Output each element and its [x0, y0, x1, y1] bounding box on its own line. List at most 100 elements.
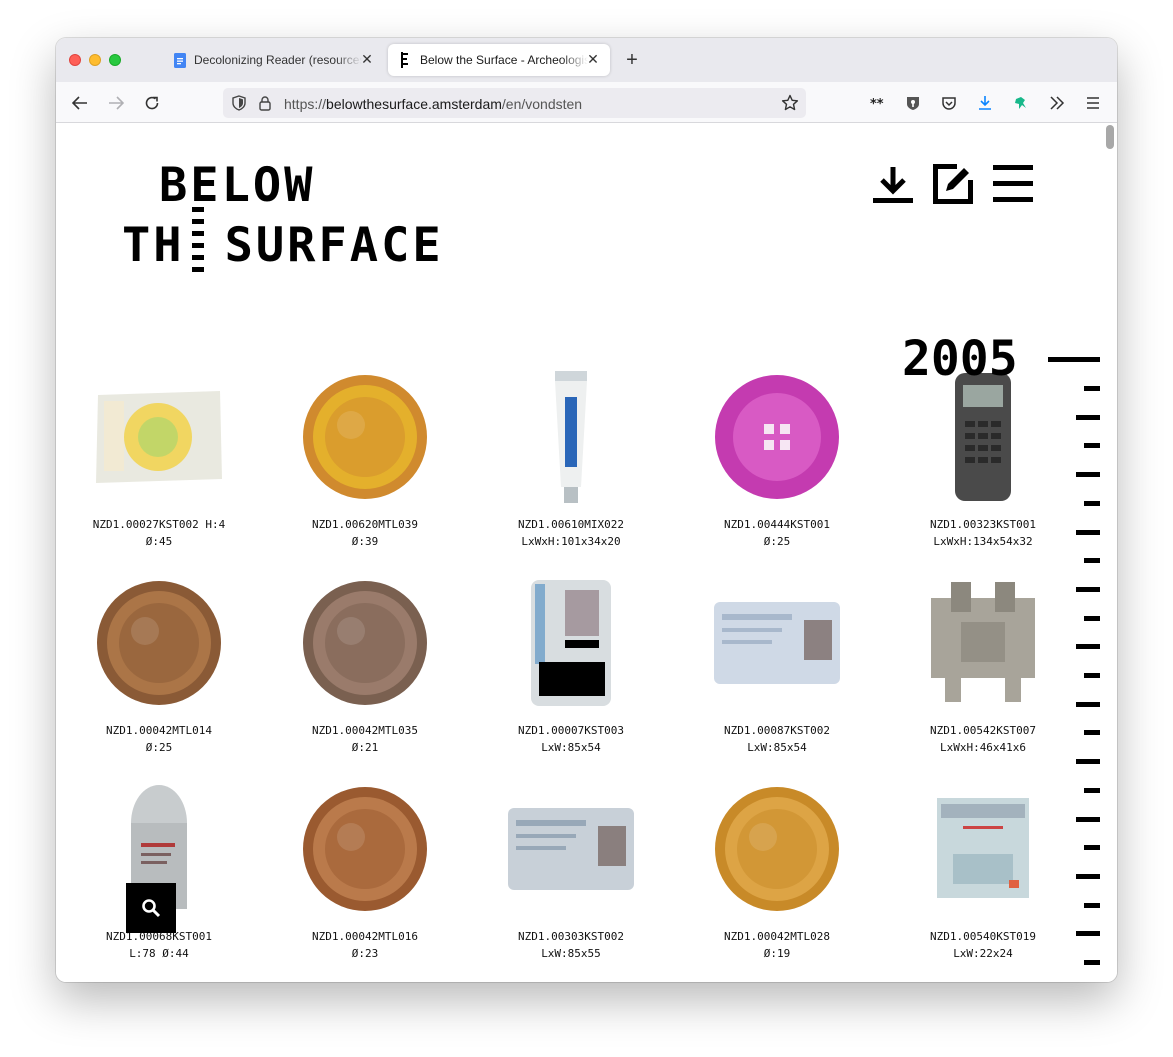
downloads-button[interactable]	[972, 90, 998, 116]
shield-key-icon	[907, 97, 919, 110]
lock-icon[interactable]	[258, 95, 272, 116]
logo-bars-mark	[192, 207, 204, 279]
search-button[interactable]	[126, 883, 176, 933]
ruler-tick	[1084, 558, 1100, 564]
find-image[interactable]	[94, 575, 224, 711]
find-dimensions: LxW:85x54	[541, 741, 601, 754]
menu-button[interactable]	[993, 163, 1033, 205]
forward-button[interactable]	[103, 90, 129, 116]
find-image[interactable]	[506, 781, 636, 917]
find-image[interactable]	[712, 575, 842, 711]
find-dimensions: Ø:23	[351, 947, 379, 960]
close-tab-icon[interactable]: ✕	[586, 51, 600, 67]
ruler-tick	[1084, 443, 1100, 449]
find-item[interactable]: NZD1.00027KST002 H:4 Ø:45	[56, 363, 262, 569]
find-dimensions: Ø:25	[145, 741, 173, 754]
tab-decolonizing-reader[interactable]: Decolonizing Reader (resources ✕	[162, 44, 384, 76]
find-image[interactable]	[506, 575, 636, 711]
reload-button[interactable]	[139, 90, 165, 116]
arrow-left-icon	[72, 96, 87, 110]
scrollbar-thumb[interactable]	[1106, 125, 1114, 149]
ruler-tick	[1084, 787, 1100, 793]
ruler-tick	[1084, 386, 1100, 391]
close-window-button[interactable]	[69, 54, 81, 66]
find-item[interactable]: NZD1.00042MTL014 Ø:25	[56, 569, 262, 775]
find-dimensions: LxW:22x24	[953, 947, 1013, 960]
find-image[interactable]	[506, 369, 636, 505]
find-item[interactable]: NZD1.00007KST003 LxW:85x54	[468, 569, 674, 775]
find-item[interactable]: NZD1.00610MIX022 LxWxH:101x34x20	[468, 363, 674, 569]
tracking-protection-icon[interactable]	[231, 95, 247, 116]
find-image[interactable]	[300, 781, 430, 917]
find-image[interactable]	[300, 575, 430, 711]
bird-icon	[1015, 97, 1026, 109]
find-dimensions: LxWxH:134x54x32	[933, 535, 1033, 548]
find-item[interactable]: NZD1.00444KST001 Ø:25	[674, 363, 880, 569]
new-tab-button[interactable]: +	[622, 50, 642, 70]
find-item[interactable]: NZD1.00323KST001 LxWxH:134x54x32	[880, 363, 1086, 569]
search-icon	[142, 899, 161, 918]
edit-button[interactable]	[933, 163, 973, 205]
find-item[interactable]: NZD1.00542KST007 LxWxH:46x41x6	[880, 569, 1086, 775]
find-item[interactable]: NZD1.00087KST002 LxW:85x54	[674, 569, 880, 775]
find-item[interactable]: NZD1.00068KST001 L:78 Ø:44	[56, 775, 262, 981]
find-dimensions: LxW:85x55	[541, 947, 601, 960]
asterisks-icon: **	[870, 98, 884, 108]
find-item[interactable]: NZD1.00303KST002 LxW:85x55	[468, 775, 674, 981]
password-manager-button[interactable]	[900, 90, 926, 116]
find-code: NZD1.00007KST003	[518, 724, 624, 737]
reload-icon	[145, 96, 159, 110]
url-scheme: https://	[284, 96, 327, 112]
url-path: /en/vondsten	[501, 96, 583, 112]
ruler-tick	[1084, 673, 1100, 678]
extension-bird-button[interactable]	[1008, 90, 1034, 116]
logo-word-surface: SURFACE	[224, 218, 444, 273]
tab-bar: Decolonizing Reader (resources ✕ Below t…	[56, 38, 1117, 82]
ruler-tick	[1084, 500, 1100, 506]
find-image[interactable]	[918, 575, 1048, 711]
find-image[interactable]	[712, 369, 842, 505]
bookmark-star-icon[interactable]	[781, 94, 799, 117]
page-viewport: BELOW TH SURFACE 2005 NZD1.00027KST002 H:…	[56, 123, 1117, 982]
address-bar[interactable]: https://belowthesurface.amsterdam/en/von…	[223, 88, 806, 118]
find-item[interactable]: NZD1.00042MTL035 Ø:21	[262, 569, 468, 775]
find-dimensions: Ø:25	[763, 535, 791, 548]
minimize-window-button[interactable]	[89, 54, 101, 66]
find-dimensions: Ø:21	[351, 741, 379, 754]
find-item[interactable]: NZD1.00042MTL016 Ø:23	[262, 775, 468, 981]
find-image[interactable]	[94, 369, 224, 505]
find-image[interactable]	[712, 781, 842, 917]
chevrons-right-icon	[1050, 96, 1065, 110]
find-item[interactable]: NZD1.00620MTL039 Ø:39	[262, 363, 468, 569]
find-code: NZD1.00542KST007	[930, 724, 1036, 737]
browser-window: Decolonizing Reader (resources ✕ Below t…	[56, 38, 1117, 982]
find-item[interactable]: NZD1.00042MTL028 Ø:19	[674, 775, 880, 981]
find-image[interactable]	[918, 781, 1048, 917]
find-image[interactable]	[300, 369, 430, 505]
tab-below-the-surface[interactable]: Below the Surface - Archeologis ✕	[388, 44, 610, 76]
find-code: NZD1.00027KST002 H:4	[92, 518, 226, 531]
site-favicon-icon	[398, 52, 414, 68]
find-dimensions: L:78 Ø:44	[129, 947, 189, 960]
logo-word-th: TH	[122, 218, 185, 273]
ruler-tick	[1084, 960, 1100, 965]
find-image[interactable]	[918, 369, 1048, 505]
back-button[interactable]	[67, 90, 93, 116]
arrow-right-icon	[109, 96, 124, 110]
close-tab-icon[interactable]: ✕	[360, 51, 374, 67]
google-docs-icon	[172, 52, 188, 68]
find-code: NZD1.00042MTL016	[312, 930, 418, 943]
download-button[interactable]	[873, 163, 913, 205]
pocket-button[interactable]	[936, 90, 962, 116]
zoom-window-button[interactable]	[109, 54, 121, 66]
find-code: NZD1.00042MTL028	[724, 930, 830, 943]
more-tools-button[interactable]	[1044, 90, 1070, 116]
url-text[interactable]: https://belowthesurface.amsterdam/en/von…	[284, 96, 582, 112]
extension-dots-button[interactable]: **	[865, 90, 891, 116]
logo-line-below: BELOW	[159, 158, 316, 213]
find-code: NZD1.00323KST001	[930, 518, 1036, 531]
find-code: NZD1.00042MTL035	[312, 724, 418, 737]
tab-title: Decolonizing Reader (resources	[194, 53, 362, 67]
find-item[interactable]: NZD1.00540KST019 LxW:22x24	[880, 775, 1086, 981]
app-menu-button[interactable]	[1080, 90, 1106, 116]
